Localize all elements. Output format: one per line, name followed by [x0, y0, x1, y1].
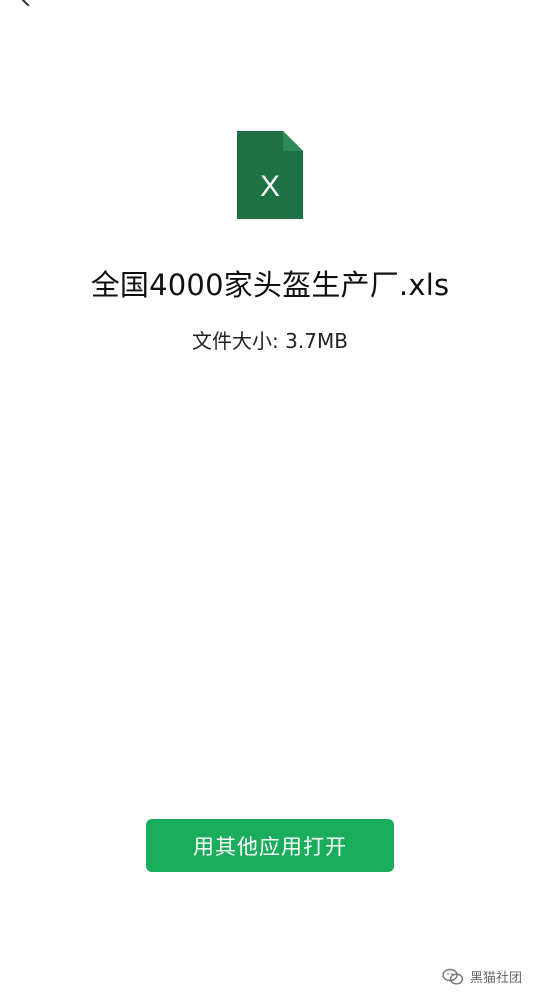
back-arrow-icon[interactable]: [19, 0, 37, 7]
wechat-icon: [442, 968, 464, 986]
svg-text:X: X: [260, 170, 280, 203]
watermark: 黑猫社团: [442, 967, 522, 986]
watermark-text: 黑猫社团: [469, 971, 522, 986]
excel-file-icon: X: [237, 131, 303, 219]
file-name: 全国4000家头盔生产厂.xls: [90, 268, 450, 302]
file-size: 文件大小: 3.7MB: [192, 329, 348, 353]
open-with-other-app-button[interactable]: 用其他应用打开: [146, 819, 394, 872]
